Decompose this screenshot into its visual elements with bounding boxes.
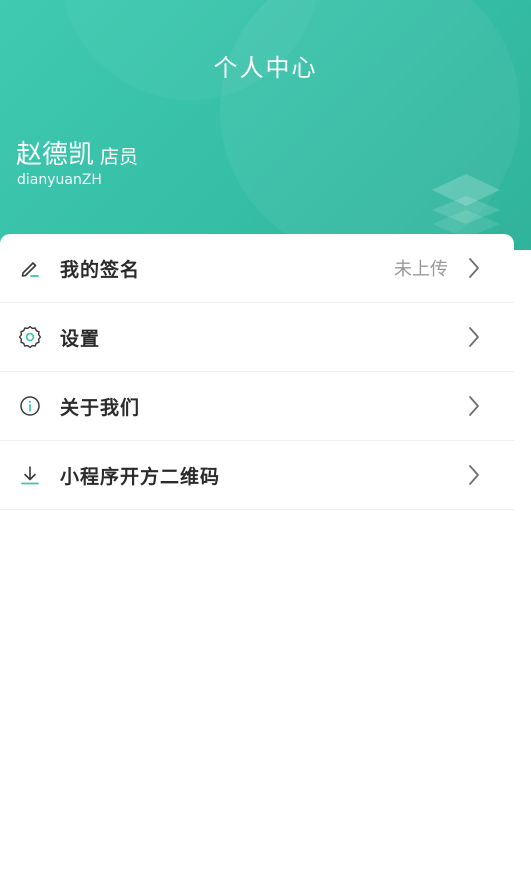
menu-card: 我的签名 未上传 设置 关于我们 小程序开方二维码 <box>0 234 514 510</box>
gear-icon <box>18 325 42 349</box>
profile-header: 个人中心 赵德凯 店员 dianyuanZH <box>0 0 531 250</box>
chevron-right-icon <box>469 465 479 485</box>
menu-item-signature[interactable]: 我的签名 未上传 <box>0 234 514 303</box>
layers-icon <box>432 174 500 238</box>
menu-item-label: 我的签名 <box>60 258 141 281</box>
download-icon <box>18 463 42 487</box>
chevron-right-icon <box>469 258 479 278</box>
chevron-right-icon <box>469 396 479 416</box>
chevron-right-icon <box>469 327 479 347</box>
pen-icon <box>18 256 42 280</box>
menu-item-label: 关于我们 <box>60 396 141 419</box>
signature-status: 未上传 <box>394 259 448 280</box>
menu-item-label: 小程序开方二维码 <box>60 465 221 488</box>
user-role: 店员 <box>100 146 139 168</box>
menu-item-label: 设置 <box>60 327 101 350</box>
page-title: 个人中心 <box>213 54 318 82</box>
info-icon <box>18 394 42 418</box>
user-name-block: 赵德凯 店员 <box>16 134 138 171</box>
menu-item-qrcode[interactable]: 小程序开方二维码 <box>0 441 514 510</box>
user-name: 赵德凯 <box>16 140 95 170</box>
profile-screen: 个人中心 赵德凯 店员 dianyuanZH 我的签名 未上传 设置 关于我们 … <box>0 0 531 891</box>
menu-item-settings[interactable]: 设置 <box>0 303 514 372</box>
user-account: dianyuanZH <box>17 172 102 188</box>
menu-item-about[interactable]: 关于我们 <box>0 372 514 441</box>
